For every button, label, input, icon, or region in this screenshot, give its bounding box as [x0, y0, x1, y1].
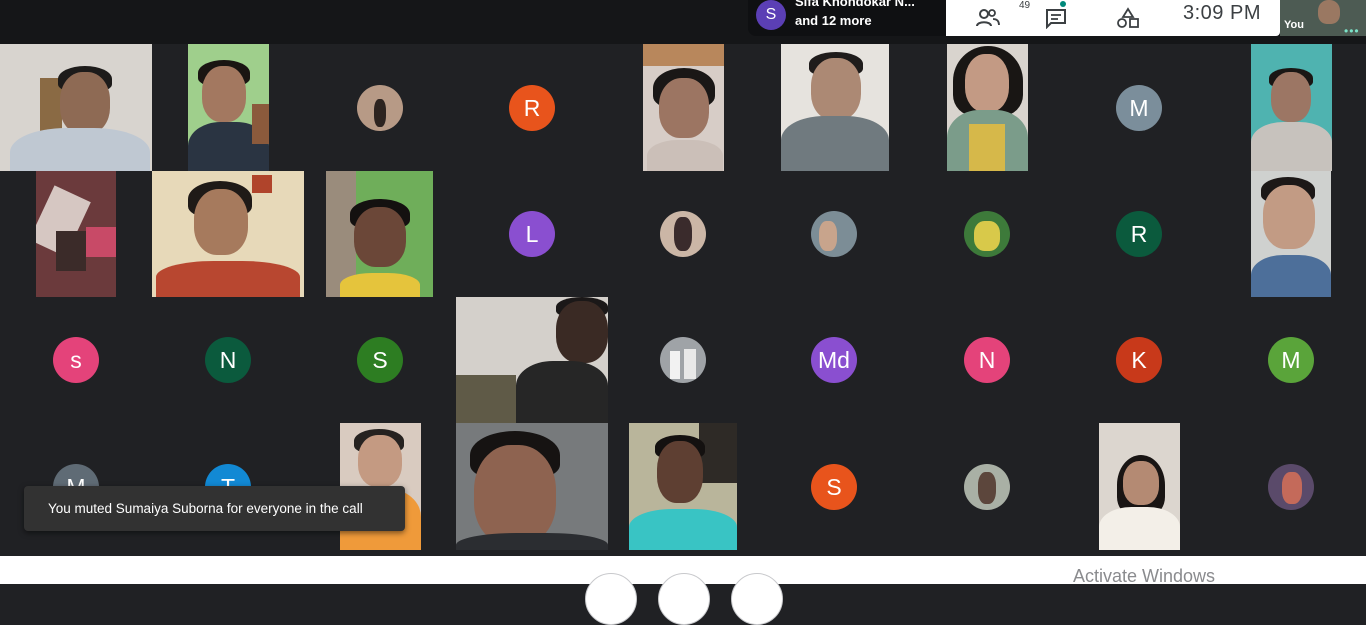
participant-avatar[interactable]: R — [509, 85, 555, 131]
camera-button[interactable] — [658, 573, 710, 625]
participant-avatar-photo[interactable] — [660, 337, 706, 383]
participant-count: 49 — [1019, 0, 1031, 11]
participant-avatar[interactable]: N — [964, 337, 1010, 383]
shapes-icon — [1117, 7, 1139, 28]
participant-video[interactable] — [152, 171, 304, 297]
participant-video[interactable] — [188, 44, 269, 171]
chat-icon — [1046, 9, 1066, 29]
participant-avatar[interactable]: R — [1116, 211, 1162, 257]
participant-avatar[interactable]: S — [357, 337, 403, 383]
participant-video[interactable] — [1099, 423, 1180, 550]
presenter-avatar: S — [756, 0, 786, 30]
participant-avatar[interactable]: M — [1116, 85, 1162, 131]
participant-video[interactable] — [456, 423, 608, 550]
participant-video[interactable] — [1251, 171, 1331, 297]
participant-video[interactable] — [0, 44, 152, 171]
chat-button[interactable] — [1040, 0, 1072, 36]
participant-video[interactable] — [947, 44, 1028, 171]
participant-avatar[interactable]: N — [205, 337, 251, 383]
participant-avatar[interactable]: L — [509, 211, 555, 257]
participant-avatar-photo[interactable] — [964, 464, 1010, 510]
chat-notification-dot — [1060, 1, 1066, 7]
participant-video[interactable] — [326, 171, 433, 297]
presenter-more-count: and 12 more — [795, 13, 872, 28]
activities-button[interactable] — [1112, 0, 1144, 36]
participant-video[interactable] — [456, 297, 608, 423]
presenter-name: Sifa Khondokar N... — [795, 0, 915, 9]
toast-message: You muted Sumaiya Suborna for everyone i… — [48, 501, 363, 516]
participant-video[interactable] — [629, 423, 737, 550]
people-icon — [976, 9, 1000, 27]
participant-avatar-photo[interactable] — [660, 211, 706, 257]
participant-avatar[interactable]: S — [811, 464, 857, 510]
participant-avatar-photo[interactable] — [357, 85, 403, 131]
leave-call-button[interactable] — [731, 573, 783, 625]
self-view-tile[interactable]: You ••• — [1280, 0, 1366, 36]
participant-video[interactable] — [781, 44, 889, 171]
participant-avatar-photo[interactable] — [1268, 464, 1314, 510]
meeting-clock: 3:09 PM — [1183, 2, 1261, 24]
participant-video[interactable] — [1251, 44, 1332, 171]
presenter-chip[interactable]: S Sifa Khondokar N... and 12 more — [748, 0, 946, 36]
participant-avatar[interactable]: M — [1268, 337, 1314, 383]
self-label: You — [1284, 19, 1304, 31]
participant-avatar[interactable]: Md — [811, 337, 857, 383]
participant-avatar[interactable]: K — [1116, 337, 1162, 383]
participant-avatar-photo[interactable] — [964, 211, 1010, 257]
participant-video[interactable] — [643, 44, 724, 171]
mute-notification-toast: You muted Sumaiya Suborna for everyone i… — [24, 486, 405, 531]
participant-video[interactable] — [36, 171, 116, 297]
microphone-button[interactable] — [585, 573, 637, 625]
participant-avatar[interactable]: s — [53, 337, 99, 383]
participant-avatar-photo[interactable] — [811, 211, 857, 257]
more-options-icon[interactable]: ••• — [1344, 24, 1360, 36]
people-button[interactable] — [968, 0, 1008, 36]
self-video — [1318, 0, 1340, 24]
